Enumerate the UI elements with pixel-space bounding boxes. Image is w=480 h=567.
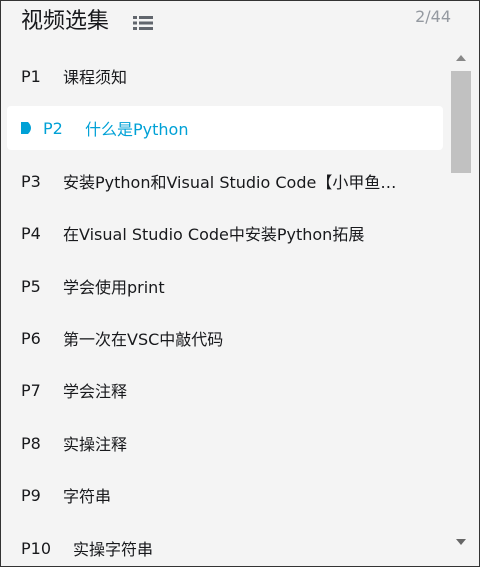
episode-item[interactable]: P2 什么是Python — [7, 106, 443, 150]
episode-list: P1 课程须知 P2 什么是Python P3 安装Python和Visual Studi… — [1, 51, 453, 566]
scroll-up-arrow-icon[interactable] — [456, 55, 466, 61]
episode-item[interactable]: P9 字符串 — [7, 473, 443, 517]
playlist-header: 视频选集 2/44 — [1, 1, 479, 45]
episode-title: 学会注释 — [63, 382, 128, 401]
episode-number: P3 — [21, 171, 41, 191]
episode-item[interactable]: P4 在Visual Studio Code中安装Python拓展 — [7, 211, 443, 255]
episode-title: 实操字符串 — [73, 540, 154, 559]
episode-title: 实操注释 — [63, 435, 128, 454]
list-view-icon[interactable] — [133, 15, 153, 31]
episode-item[interactable]: P7 学会注释 — [7, 368, 443, 412]
episode-item[interactable]: P3 安装Python和Visual Studio Code【小甲鱼… — [7, 159, 443, 203]
episode-number: P7 — [21, 380, 41, 400]
episode-item[interactable]: P10 实操字符串 — [7, 526, 443, 566]
episode-number: P9 — [21, 485, 41, 505]
episode-number: P2 — [43, 118, 63, 138]
playlist-title: 视频选集 — [21, 9, 110, 34]
episode-title: 学会使用print — [63, 278, 165, 297]
episode-item[interactable]: P8 实操注释 — [7, 421, 443, 465]
episode-item[interactable]: P5 学会使用print — [7, 264, 443, 308]
episode-title: 字符串 — [63, 487, 112, 506]
episode-item[interactable]: P6 第一次在VSC中敲代码 — [7, 316, 443, 360]
episode-title: 第一次在VSC中敲代码 — [63, 330, 224, 349]
episode-title: 在Visual Studio Code中安装Python拓展 — [63, 225, 365, 244]
episode-number: P6 — [21, 328, 41, 348]
episode-number: P4 — [21, 223, 41, 243]
scroll-down-arrow-icon[interactable] — [456, 539, 466, 545]
episode-title: 课程须知 — [63, 68, 128, 87]
video-playlist-panel: 视频选集 2/44 P1 课程须知 P2 什么是Python P3 安装Python和Vi… — [0, 0, 480, 567]
episode-number: P8 — [21, 433, 41, 453]
episode-title: 安装Python和Visual Studio Code【小甲鱼… — [63, 173, 397, 192]
episode-count: 2/44 — [415, 7, 451, 26]
scrollbar-thumb[interactable] — [451, 71, 471, 173]
episode-number: P1 — [21, 66, 41, 86]
play-indicator-icon — [19, 120, 35, 136]
episode-number: P5 — [21, 276, 41, 296]
episode-title: 什么是Python — [85, 120, 189, 139]
episode-number: P10 — [21, 538, 52, 558]
episode-item[interactable]: P1 课程须知 — [7, 54, 443, 98]
